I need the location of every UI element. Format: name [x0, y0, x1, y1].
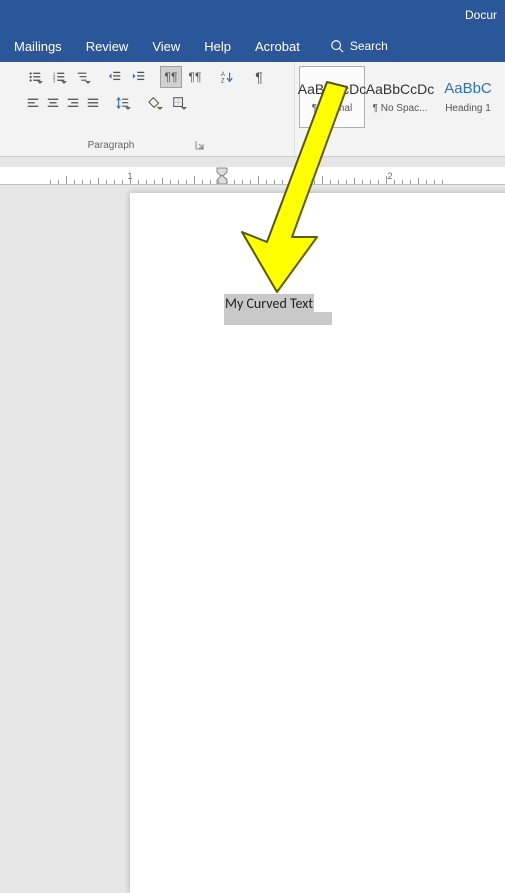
tab-view[interactable]: View [140, 31, 192, 62]
align-left-button[interactable] [24, 92, 42, 114]
titlebar: Docur [0, 0, 505, 30]
paragraph-group: 123 ¶¶ ¶¶ AZ ¶ [0, 62, 295, 156]
selected-text[interactable]: My Curved Text [224, 294, 314, 312]
numbering-button[interactable]: 123 [48, 66, 70, 88]
ltr-button[interactable]: ¶¶ [160, 66, 182, 88]
pilcrow-icon: ¶ [255, 69, 263, 85]
shading-button[interactable] [144, 92, 166, 114]
sort-button[interactable]: AZ [216, 66, 238, 88]
multilevel-button[interactable] [72, 66, 94, 88]
ruler-mark: 2 [387, 171, 392, 181]
align-center-button[interactable] [44, 92, 62, 114]
style-preview: AaBbCcDc [298, 81, 366, 97]
style-name: ¶ No Spac... [373, 103, 428, 114]
borders-button[interactable] [168, 92, 190, 114]
horizontal-ruler[interactable]: 1 2 [0, 167, 505, 185]
ribbon-content: 123 ¶¶ ¶¶ AZ ¶ [0, 62, 505, 157]
selection-highlight [224, 312, 332, 325]
justify-button[interactable] [84, 92, 102, 114]
dialog-launcher-icon[interactable] [194, 139, 206, 151]
search-group[interactable]: Search [330, 39, 388, 53]
decrease-indent-button[interactable] [104, 66, 126, 88]
pilcrow-icon: ¶¶ [189, 70, 202, 84]
tab-review[interactable]: Review [74, 31, 141, 62]
document-page[interactable]: My Curved Text [130, 193, 505, 893]
pilcrow-icon: ¶¶ [165, 70, 178, 84]
svg-text:Z: Z [221, 77, 225, 84]
search-icon [330, 39, 344, 53]
tab-acrobat[interactable]: Acrobat [243, 31, 312, 62]
ribbon-tabs: Mailings Review View Help Acrobat Search [0, 30, 505, 62]
style-name: ¶ Normal [312, 103, 352, 114]
style-name: Heading 1 [445, 103, 491, 114]
show-marks-button[interactable]: ¶ [248, 66, 270, 88]
window-title: Docur [465, 8, 505, 22]
search-label: Search [350, 39, 388, 53]
style-no-spacing[interactable]: AaBbCcDc ¶ No Spac... [367, 66, 433, 128]
rtl-button[interactable]: ¶¶ [184, 66, 206, 88]
styles-group: AaBbCcDc ¶ Normal AaBbCcDc ¶ No Spac... … [295, 62, 505, 156]
tab-mailings[interactable]: Mailings [2, 31, 74, 62]
bullets-button[interactable] [24, 66, 46, 88]
increase-indent-button[interactable] [128, 66, 150, 88]
style-preview: AaBbC [444, 80, 492, 97]
style-preview: AaBbCcDc [366, 81, 434, 97]
style-normal[interactable]: AaBbCcDc ¶ Normal [299, 66, 365, 128]
paragraph-label: Paragraph [88, 140, 135, 151]
workspace: 1 2 My Curved Text [0, 157, 505, 554]
line-spacing-button[interactable] [112, 92, 134, 114]
align-right-button[interactable] [64, 92, 82, 114]
style-heading1[interactable]: AaBbC Heading 1 [435, 66, 501, 128]
svg-text:3: 3 [53, 78, 56, 83]
tab-help[interactable]: Help [192, 31, 243, 62]
